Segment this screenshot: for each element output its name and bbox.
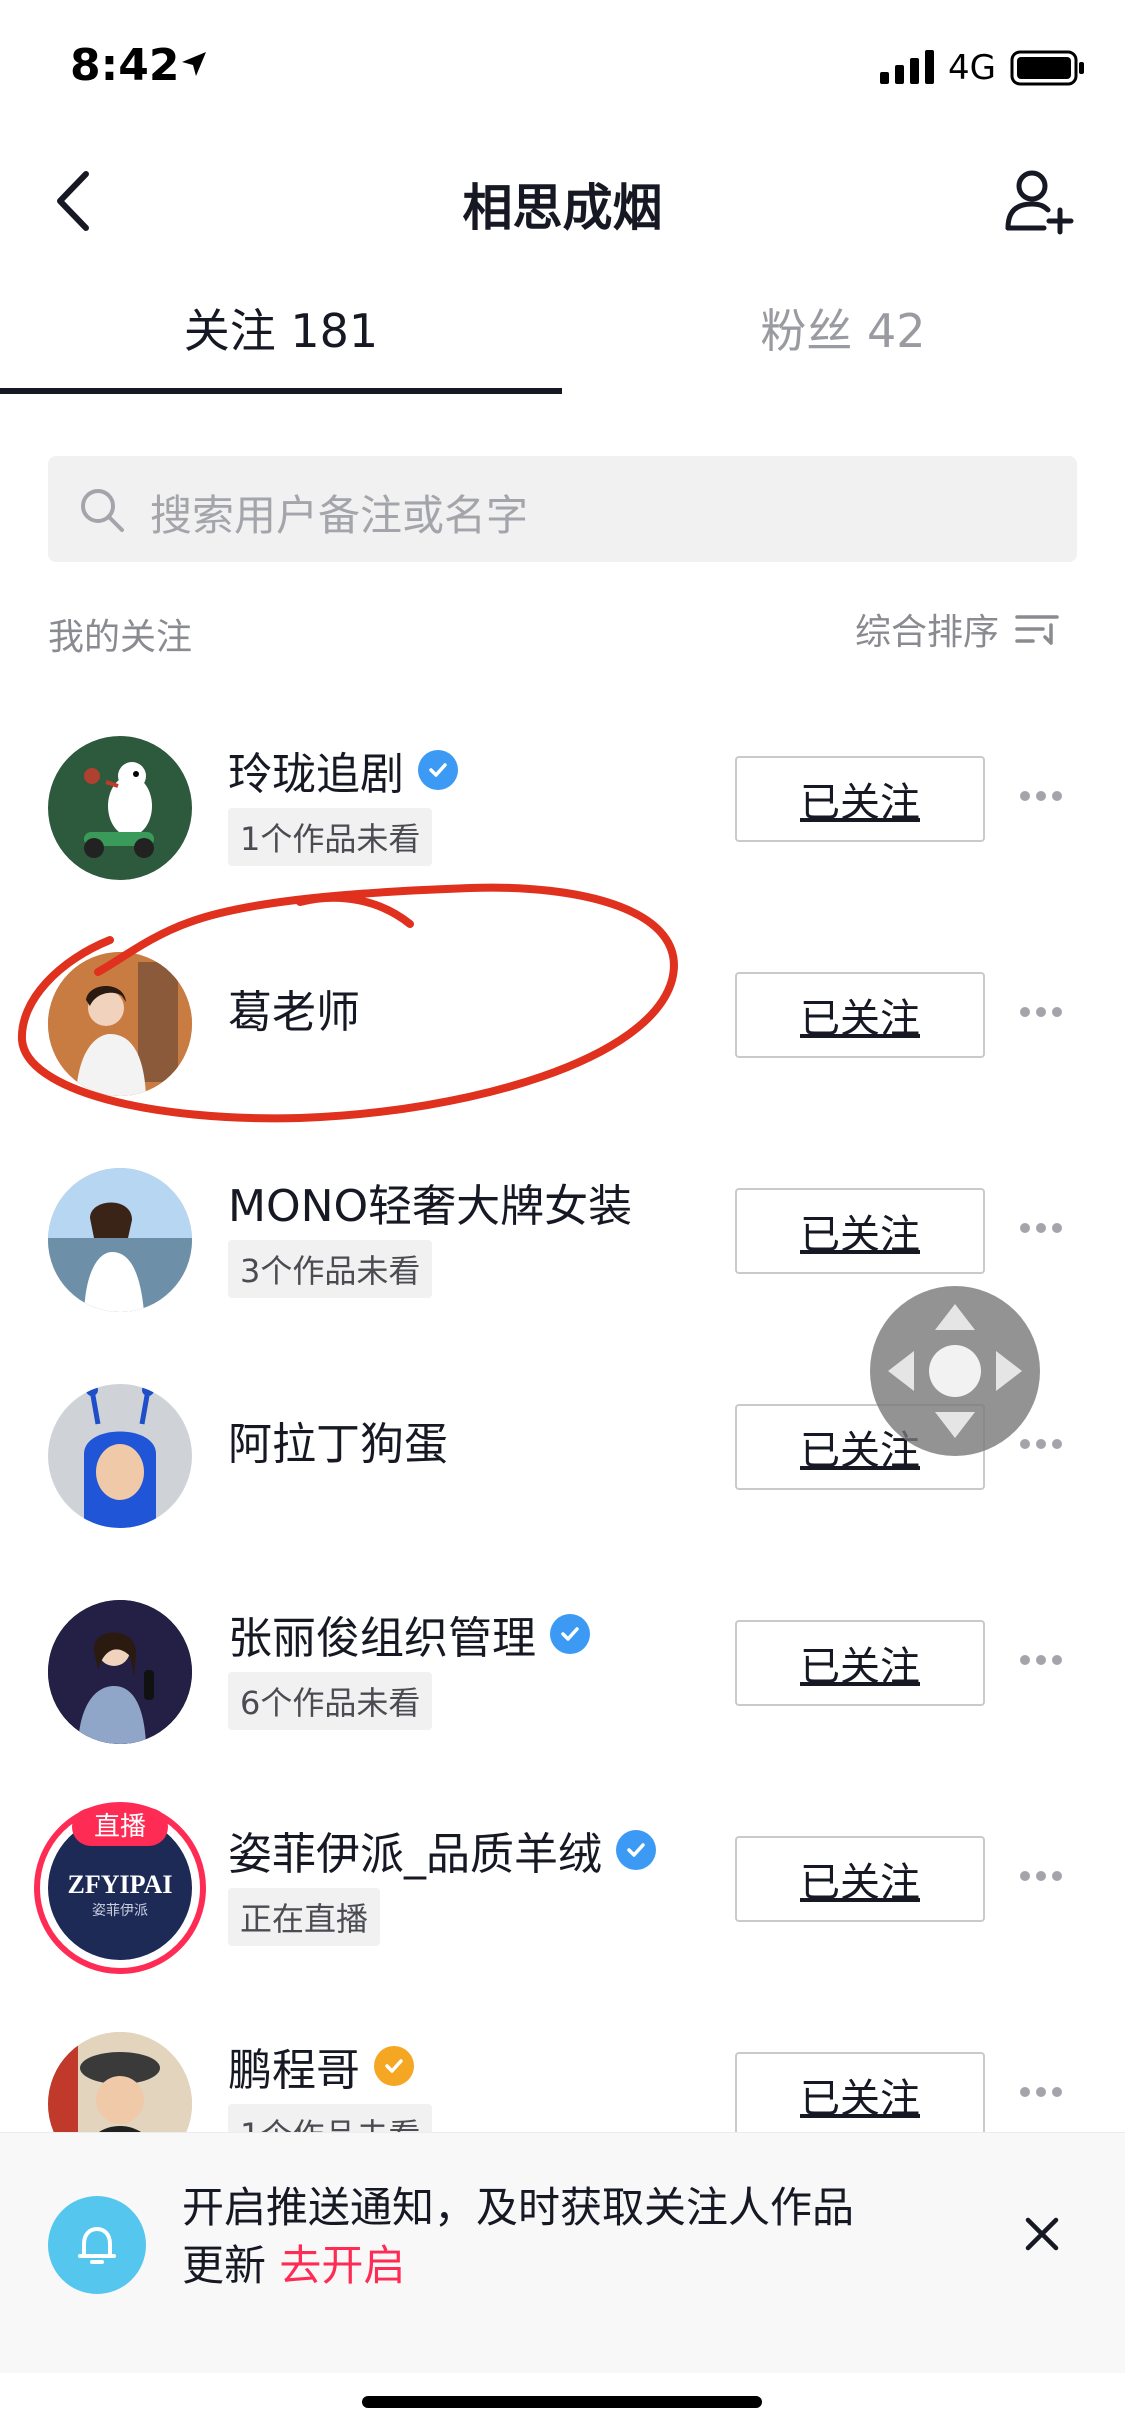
enable-notifications-link[interactable]: 去开启 xyxy=(279,2241,405,2290)
more-options-icon[interactable] xyxy=(1020,1866,1070,1886)
tab-followers[interactable]: 粉丝 42 xyxy=(562,295,1124,361)
notification-text-tail: 更新 xyxy=(182,2241,267,2290)
home-indicator xyxy=(362,2396,762,2408)
search-icon xyxy=(81,489,124,532)
followed-button[interactable]: 已关注 xyxy=(735,1620,985,1706)
page-title: 相思成烟 xyxy=(462,179,663,237)
tab-following[interactable]: 关注 181 xyxy=(0,295,562,361)
followed-button[interactable]: 已关注 xyxy=(735,2052,985,2138)
more-options-icon[interactable] xyxy=(1020,786,1070,806)
list-item[interactable]: 张丽俊组织管理 6个作品未看 已关注 xyxy=(0,1540,1125,1756)
close-icon[interactable] xyxy=(1018,2210,1066,2258)
avatar[interactable] xyxy=(48,1168,192,1312)
verified-icon xyxy=(418,750,458,790)
verified-icon xyxy=(374,2046,414,2086)
followed-button[interactable]: 已关注 xyxy=(735,972,985,1058)
verified-icon xyxy=(550,1614,590,1654)
user-name: 阿拉丁狗蛋 xyxy=(228,1419,448,1470)
notification-text: 开启推送通知，及时获取关注人作品 xyxy=(182,2183,855,2232)
notification-text-line2: 更新 去开启 xyxy=(182,2232,405,2293)
list-item[interactable]: ZFYIPAI 姿菲伊派 直播 姿菲伊派_品质羊绒 正在直播 已关注 xyxy=(0,1756,1125,1974)
add-user-icon[interactable] xyxy=(1000,162,1080,242)
section-label: 我的关注 xyxy=(48,617,193,658)
tab-indicator xyxy=(0,388,562,394)
user-name: 玲珑追剧 xyxy=(228,749,404,800)
more-options-icon[interactable] xyxy=(1020,1218,1070,1238)
avatar-image xyxy=(48,1168,192,1312)
avatar-image xyxy=(48,1600,192,1744)
avatar[interactable] xyxy=(48,1384,192,1528)
followed-button[interactable]: 已关注 xyxy=(735,756,985,842)
avatar-logo-text: ZFYIPAI xyxy=(67,1870,173,1899)
sort-label: 综合排序 xyxy=(855,612,1000,653)
avatar-image xyxy=(84,1384,156,1528)
user-name: MONO轻奢大牌女装 xyxy=(228,1181,633,1232)
user-name: 张丽俊组织管理 xyxy=(228,1613,536,1664)
sort-icon xyxy=(1015,615,1059,645)
red-circle-annotation xyxy=(17,883,678,1123)
avatar-image xyxy=(84,762,154,858)
more-options-icon[interactable] xyxy=(1020,1002,1070,1022)
live-tag: 直播 xyxy=(72,1808,168,1846)
status-badge: 6个作品未看 xyxy=(228,1672,433,1730)
signal-bars-icon xyxy=(880,50,934,84)
assistive-touch-button[interactable] xyxy=(870,1286,1040,1456)
search-placeholder: 搜索用户备注或名字 xyxy=(150,491,529,540)
user-name: 姿菲伊派_品质羊绒 xyxy=(228,1829,602,1880)
status-time: 8:42 xyxy=(70,40,180,91)
user-name: 鹏程哥 xyxy=(228,2045,360,2096)
more-options-icon[interactable] xyxy=(1020,2082,1070,2102)
verified-icon xyxy=(616,1830,656,1870)
network-type: 4G xyxy=(948,48,996,88)
location-arrow-icon xyxy=(182,52,206,76)
status-badge: 正在直播 xyxy=(228,1888,381,1946)
avatar[interactable] xyxy=(48,1600,192,1744)
battery-icon xyxy=(1010,50,1084,86)
dpad-icon xyxy=(888,1304,1022,1438)
bell-icon xyxy=(48,2196,146,2294)
followed-button[interactable]: 已关注 xyxy=(735,1836,985,1922)
followed-button[interactable]: 已关注 xyxy=(735,1188,985,1274)
push-notification-banner xyxy=(0,2132,1125,2373)
status-badge: 3个作品未看 xyxy=(228,1240,433,1298)
status-badge: 1个作品未看 xyxy=(228,808,433,866)
more-options-icon[interactable] xyxy=(1020,1650,1070,1670)
avatar[interactable] xyxy=(48,736,192,880)
avatar-logo-subtext: 姿菲伊派 xyxy=(92,1903,148,1919)
sort-button[interactable]: 综合排序 xyxy=(855,604,1059,654)
